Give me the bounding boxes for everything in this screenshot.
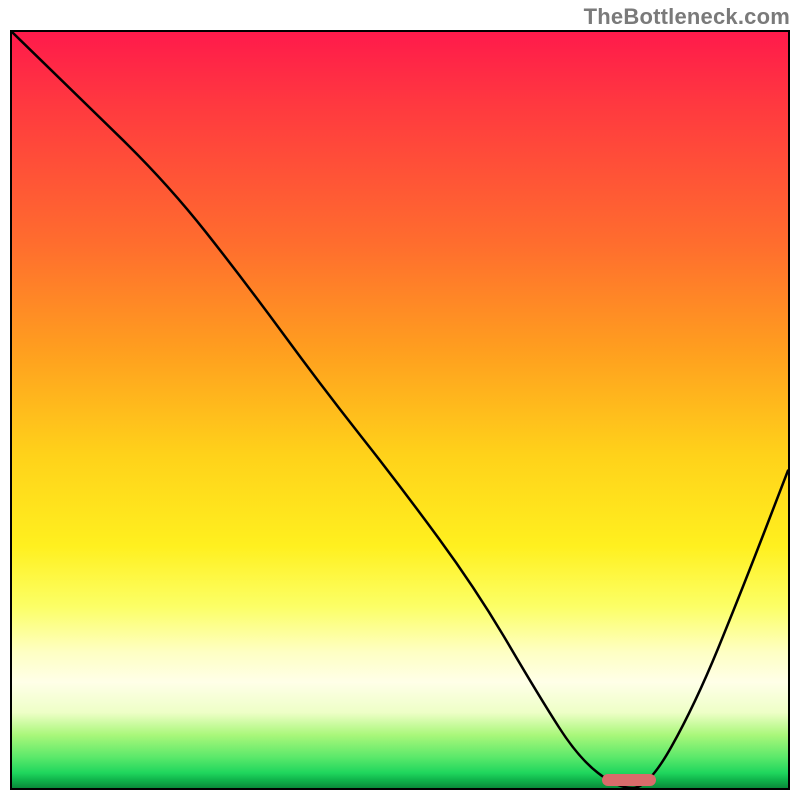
bottleneck-curve-path bbox=[12, 32, 788, 788]
attribution-text: TheBottleneck.com bbox=[584, 4, 790, 30]
optimum-marker bbox=[602, 774, 656, 786]
chart-frame: TheBottleneck.com bbox=[0, 0, 800, 800]
bottleneck-curve-svg bbox=[12, 32, 788, 788]
plot-area bbox=[10, 30, 790, 790]
